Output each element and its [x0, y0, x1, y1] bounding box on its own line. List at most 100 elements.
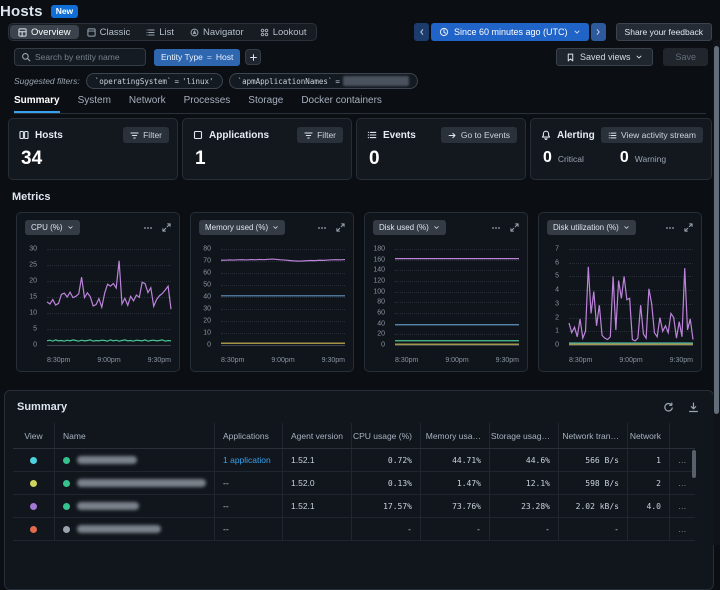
time-picker-button[interactable]: Since 60 minutes ago (UTC)	[431, 23, 589, 41]
view-dot[interactable]	[30, 457, 37, 464]
view-mode-navigator[interactable]: Navigator	[182, 25, 252, 39]
table-cell: 1.47%	[420, 472, 489, 494]
view-mode-switcher: Overview Classic List Navigator Lookout	[8, 23, 317, 41]
table-cell	[54, 495, 214, 517]
y-tick-label: 2	[555, 314, 559, 321]
column-header[interactable]: Network tran…	[558, 423, 627, 448]
feedback-button[interactable]: Share your feedback	[616, 23, 712, 41]
chart-plot[interactable]	[47, 249, 171, 345]
table-cell: 2	[627, 472, 669, 494]
go-to-events-button[interactable]: Go to Events	[441, 127, 517, 143]
summary-panel: Summary ViewNameApplicationsAgent versio…	[4, 390, 714, 590]
tab-docker-containers[interactable]: Docker containers	[301, 95, 382, 113]
host-name-redacted	[77, 525, 161, 533]
tab-processes[interactable]: Processes	[184, 95, 231, 113]
options-icon[interactable]	[665, 223, 675, 233]
gridline	[47, 345, 171, 346]
metric-select-disk-used[interactable]: Disk used (%)	[373, 220, 446, 235]
filter-operator: =	[174, 77, 179, 86]
column-header[interactable]: Applications	[214, 423, 282, 448]
time-controls: Since 60 minutes ago (UTC) Share your fe…	[414, 23, 712, 41]
chevron-down-icon	[67, 224, 74, 231]
expand-icon[interactable]	[162, 223, 171, 232]
options-icon[interactable]	[491, 223, 501, 233]
applications-link[interactable]: 1 application	[223, 455, 271, 465]
tab-system[interactable]: System	[78, 95, 111, 113]
column-header[interactable]: Agent version	[282, 423, 351, 448]
column-header[interactable]: Name	[54, 423, 214, 448]
expand-icon[interactable]	[684, 223, 693, 232]
x-axis: 8:30pm9:00pm9:30pm	[395, 357, 519, 364]
time-forward-button[interactable]	[591, 23, 606, 41]
save-button[interactable]: Save	[663, 48, 708, 66]
view-dot[interactable]	[30, 480, 37, 487]
time-back-button[interactable]	[414, 23, 429, 41]
metric-select-memory[interactable]: Memory used (%)	[199, 220, 285, 235]
options-icon[interactable]	[317, 223, 327, 233]
table-cell: 17.57%	[351, 495, 420, 517]
suggested-filter-apm[interactable]: `apmApplicationNames` =	[229, 73, 418, 89]
table-cell: 1	[627, 449, 669, 471]
y-tick-label: 3	[555, 300, 559, 307]
row-overflow: …	[669, 472, 693, 494]
arrow-right-icon	[448, 131, 457, 140]
tab-storage[interactable]: Storage	[248, 95, 283, 113]
column-header[interactable]: Storage usag…	[489, 423, 558, 448]
chart-plot[interactable]	[395, 249, 519, 345]
suggested-filters: Suggested filters: `operatingSystem` = '…	[14, 73, 418, 89]
feedback-label: Share your feedback	[625, 27, 703, 37]
refresh-icon[interactable]	[663, 402, 674, 413]
metric-select-cpu[interactable]: CPU (%)	[25, 220, 80, 235]
row-overflow: …	[669, 495, 693, 517]
download-icon[interactable]	[688, 402, 699, 413]
y-tick-label: 0	[555, 342, 559, 349]
table-cell: --	[214, 495, 282, 517]
table-cell: 0.72%	[351, 449, 420, 471]
entity-type-filter-pill[interactable]: Entity Type = Host	[154, 49, 240, 66]
metric-select-disk-utilization[interactable]: Disk utilization (%)	[547, 220, 636, 235]
add-filter-button[interactable]	[245, 49, 261, 65]
column-header[interactable]: CPU usage (%)	[351, 423, 420, 448]
table-scrollbar-thumb[interactable]	[692, 450, 696, 478]
column-header[interactable]	[669, 423, 693, 448]
tab-network[interactable]: Network	[129, 95, 166, 113]
column-header[interactable]: View	[13, 423, 54, 448]
chart-plot[interactable]	[221, 249, 345, 345]
page-scrollbar-thumb[interactable]	[714, 46, 719, 414]
view-mode-overview[interactable]: Overview	[10, 25, 79, 39]
chart-line-series-1	[569, 267, 693, 341]
column-header[interactable]: Network	[627, 423, 669, 448]
overview-icon	[18, 28, 27, 37]
table-cell: 0.13%	[351, 472, 420, 494]
filter-operator: =	[335, 77, 340, 86]
row-overflow: …	[669, 518, 693, 540]
suggested-filter-os[interactable]: `operatingSystem` = 'linux'	[86, 73, 223, 89]
table-row[interactable]: ------…	[13, 518, 695, 541]
applications-filter-button[interactable]: Filter	[297, 127, 343, 143]
tab-summary[interactable]: Summary	[14, 95, 60, 113]
expand-icon[interactable]	[336, 223, 345, 232]
y-tick-label: 80	[203, 246, 211, 253]
search-input[interactable]	[35, 52, 139, 62]
saved-views-button[interactable]: Saved views	[556, 48, 654, 66]
view-mode-list[interactable]: List	[138, 25, 182, 39]
view-dot[interactable]	[30, 503, 37, 510]
table-row[interactable]: 1 application1.52.10.72%44.71%44.6%566 B…	[13, 449, 695, 472]
hosts-filter-button[interactable]: Filter	[123, 127, 169, 143]
view-activity-stream-button[interactable]: View activity stream	[601, 127, 703, 143]
table-row[interactable]: --1.52.00.13%1.47%12.1%598 B/s2…	[13, 472, 695, 495]
events-icon	[367, 130, 377, 140]
view-mode-classic[interactable]: Classic	[79, 25, 139, 39]
view-mode-lookout[interactable]: Lookout	[252, 25, 315, 39]
expand-icon[interactable]	[510, 223, 519, 232]
hosts-count: 34	[9, 143, 177, 168]
y-tick-label: 15	[29, 294, 37, 301]
column-header[interactable]: Memory usa…	[420, 423, 489, 448]
table-row[interactable]: --1.52.117.57%73.76%23.28%2.02 kB/s4.0…	[13, 495, 695, 518]
options-icon[interactable]	[143, 223, 153, 233]
y-tick-label: 10	[29, 310, 37, 317]
chart-plot[interactable]	[569, 249, 693, 345]
table-cell	[13, 495, 54, 517]
view-dot[interactable]	[30, 526, 37, 533]
y-axis: 01020304050607080	[191, 249, 217, 345]
